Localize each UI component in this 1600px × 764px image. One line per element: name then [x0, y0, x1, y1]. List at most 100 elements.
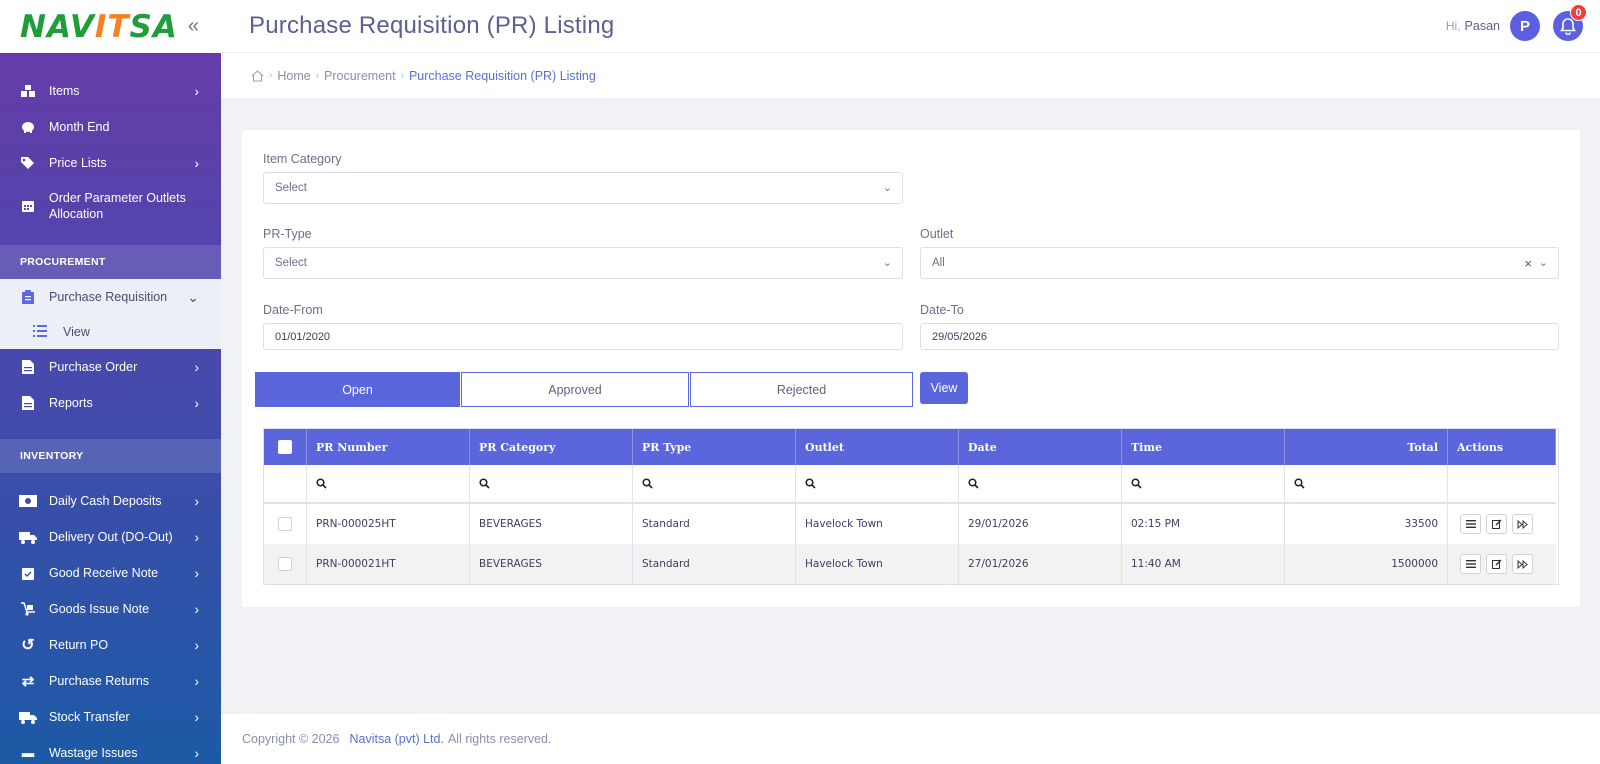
document-icon [19, 358, 37, 376]
column-header-date[interactable]: Date [959, 429, 1122, 465]
undo-icon: ↺ [21, 637, 35, 654]
sidebar-item-purchase-requisition[interactable]: Purchase Requisition ⌄ [0, 279, 221, 315]
avatar[interactable]: P [1510, 11, 1540, 41]
forward-button[interactable] [1512, 554, 1533, 574]
collapse-sidebar-icon[interactable]: « [188, 15, 199, 38]
sidebar-item-label: Stock Transfer [49, 710, 130, 724]
sidebar-item-daily-cash-deposits[interactable]: Daily Cash Deposits › [0, 483, 221, 519]
sidebar-subitem-view[interactable]: View [0, 315, 221, 349]
date-to-label: Date-To [920, 303, 964, 317]
edit-button[interactable] [1486, 514, 1507, 534]
greeting-text: Hi, [1445, 19, 1461, 33]
filter-time[interactable] [1122, 465, 1285, 504]
pr-type-select[interactable]: Select ⌄ [263, 247, 903, 279]
sidebar-item-goods-issue-note[interactable]: Goods Issue Note › [0, 591, 221, 627]
search-icon [805, 478, 816, 489]
pr-table: PR Number PR Category PR Type Outlet Dat… [263, 428, 1559, 585]
user-name[interactable]: Pasan [1465, 19, 1500, 33]
brand-logo[interactable]: NAVITSA [20, 9, 178, 45]
filter-outlet[interactable] [796, 465, 959, 504]
sidebar-item-reports[interactable]: Reports › [0, 385, 221, 421]
copyright-text: Copyright © 2026 [242, 732, 340, 746]
item-category-select[interactable]: Select ⌄ [263, 172, 903, 204]
edit-icon [1491, 559, 1501, 569]
chevron-down-icon: ⌄ [187, 288, 199, 305]
view-button[interactable]: View [920, 372, 968, 404]
chevron-right-icon: › [194, 395, 199, 411]
sidebar-item-good-receive-note[interactable]: Good Receive Note › [0, 555, 221, 591]
sidebar-item-purchase-order[interactable]: Purchase Order › [0, 349, 221, 385]
outlet-select[interactable]: All × ⌄ [920, 247, 1559, 279]
section-heading-inventory: INVENTORY [0, 439, 221, 473]
sidebar-item-label: Delivery Out (DO-Out) [49, 530, 173, 544]
filter-pr-type[interactable] [633, 465, 796, 504]
filter-total[interactable] [1285, 465, 1448, 504]
row-select-cell [264, 504, 307, 544]
table-header-row: PR Number PR Category PR Type Outlet Dat… [264, 429, 1558, 465]
clear-icon[interactable]: × [1524, 256, 1532, 271]
sidebar-item-label: Reports [49, 396, 93, 410]
row-checkbox[interactable] [278, 517, 292, 531]
cell-pr-type: Standard [633, 544, 796, 584]
filter-pr-number[interactable] [307, 465, 470, 504]
row-checkbox[interactable] [278, 557, 292, 571]
outlet-value: All [932, 257, 945, 269]
date-from-label: Date-From [263, 303, 323, 317]
column-header-outlet[interactable]: Outlet [796, 429, 959, 465]
select-all-checkbox[interactable] [278, 440, 292, 454]
sidebar-item-order-parameter[interactable]: Order Parameter Outlets Allocation [0, 181, 221, 231]
sidebar-item-stock-transfer[interactable]: Stock Transfer › [0, 699, 221, 735]
table-row[interactable]: PRN-000021HT BEVERAGES Standard Havelock… [264, 544, 1558, 584]
sidebar-item-delivery-out[interactable]: Delivery Out (DO-Out) › [0, 519, 221, 555]
sidebar-item-purchase-returns[interactable]: ⇄ Purchase Returns › [0, 663, 221, 699]
money-bill-icon [19, 492, 37, 510]
table-row[interactable]: PRN-000025HT BEVERAGES Standard Havelock… [264, 504, 1558, 544]
sidebar-item-label: Wastage Issues [49, 746, 138, 760]
pr-type-value: Select [275, 257, 307, 269]
breadcrumb-separator: › [315, 70, 320, 81]
chevron-right-icon: › [194, 155, 199, 171]
breadcrumb-procurement[interactable]: Procurement [324, 69, 396, 83]
column-header-pr-number[interactable]: PR Number [307, 429, 470, 465]
document-icon [19, 394, 37, 412]
chevron-right-icon: › [194, 709, 199, 725]
sidebar-item-month-end[interactable]: Month End [0, 109, 221, 145]
cell-pr-number: PRN-000021HT [307, 544, 470, 584]
sidebar-item-items[interactable]: Items › [0, 73, 221, 109]
date-to-input[interactable]: 29/05/2026 [920, 323, 1559, 350]
details-button[interactable] [1460, 514, 1481, 534]
filter-pr-category[interactable] [470, 465, 633, 504]
page-title: Purchase Requisition (PR) Listing [249, 12, 615, 39]
tab-open[interactable]: Open [255, 372, 460, 407]
cell-outlet: Havelock Town [796, 504, 959, 544]
forward-button[interactable] [1512, 514, 1533, 534]
tab-rejected[interactable]: Rejected [690, 372, 913, 407]
menu-icon [1465, 560, 1476, 568]
company-link[interactable]: Navitsa (pvt) Ltd. [349, 732, 443, 746]
breadcrumb-home[interactable]: Home [277, 69, 310, 83]
edit-icon [1491, 519, 1501, 529]
sidebar-item-label: Good Receive Note [49, 566, 159, 580]
edit-button[interactable] [1486, 554, 1507, 574]
home-icon[interactable] [251, 69, 264, 82]
tab-approved[interactable]: Approved [461, 372, 689, 407]
notifications-button[interactable]: 0 [1553, 4, 1587, 41]
sidebar-item-price-lists[interactable]: Price Lists › [0, 145, 221, 181]
column-header-time[interactable]: Time [1122, 429, 1285, 465]
sidebar-item-wastage-issues[interactable]: ▬ Wastage Issues › [0, 735, 221, 764]
cell-date: 29/01/2026 [959, 504, 1122, 544]
sidebar-item-label: Purchase Order [49, 360, 138, 374]
column-header-total[interactable]: Total [1285, 429, 1448, 465]
column-header-pr-type[interactable]: PR Type [633, 429, 796, 465]
cell-actions [1448, 544, 1556, 584]
details-button[interactable] [1460, 554, 1481, 574]
filter-date[interactable] [959, 465, 1122, 504]
sidebar-item-return-po[interactable]: ↺ Return PO › [0, 627, 221, 663]
chevron-right-icon: › [194, 359, 199, 375]
column-header-pr-category[interactable]: PR Category [470, 429, 633, 465]
user-area: Hi, Pasan P 0 [1445, 4, 1587, 41]
truck-icon [19, 528, 37, 546]
date-from-input[interactable]: 01/01/2020 [263, 323, 903, 350]
chevron-right-icon: › [194, 529, 199, 545]
chevron-right-icon: › [194, 565, 199, 581]
